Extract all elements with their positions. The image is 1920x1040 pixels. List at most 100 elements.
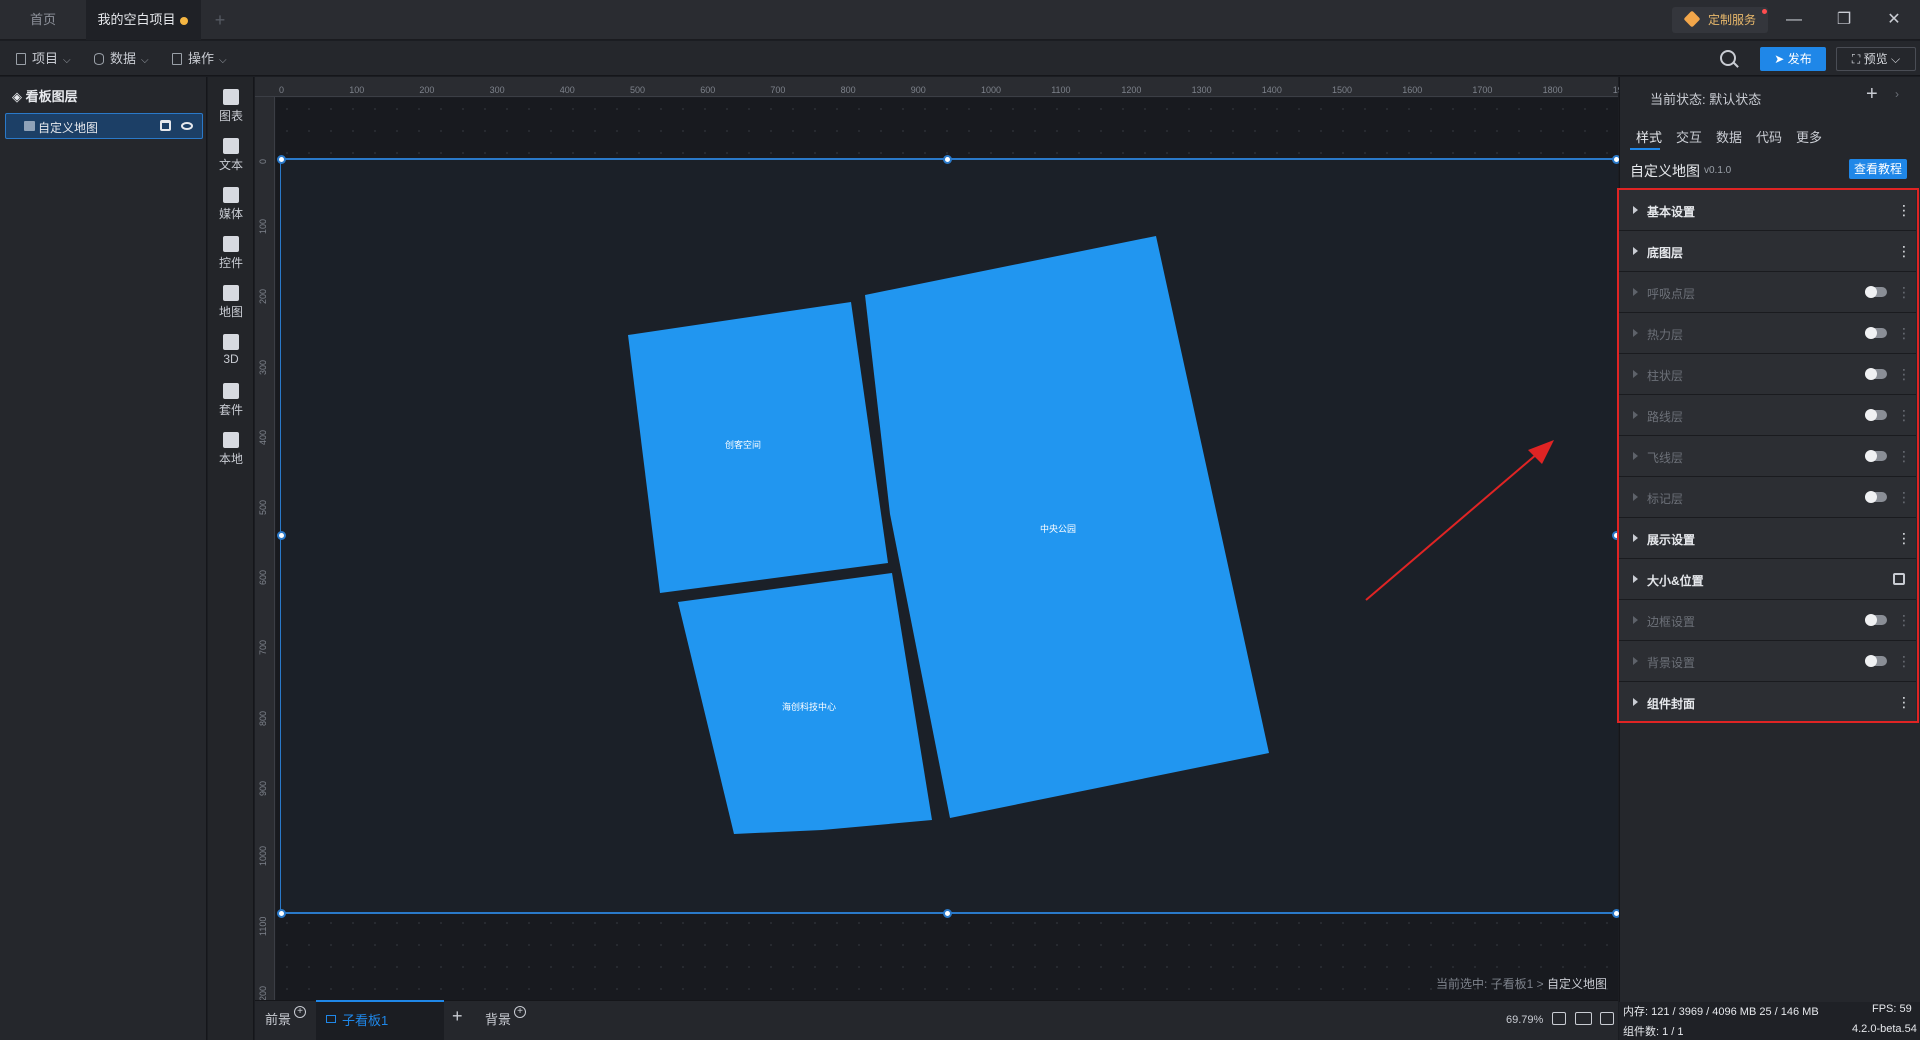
ruler-tick-label: 0 xyxy=(279,85,285,95)
rail-item-label: 控件 xyxy=(218,256,243,270)
widget-icon xyxy=(223,236,239,252)
ruler-tick-label: 400 xyxy=(258,429,268,445)
ruler-tick-label: 1500 xyxy=(1332,85,1353,95)
rail-item-text[interactable]: 文本 xyxy=(208,132,254,178)
grid-icon xyxy=(172,53,182,65)
database-icon xyxy=(94,53,104,65)
unlock-icon[interactable] xyxy=(160,120,171,131)
map-layer-icon xyxy=(24,121,35,131)
ruler-tick-label: 1600 xyxy=(1402,85,1423,95)
file-icon xyxy=(16,53,26,65)
rail-item-label: 文本 xyxy=(218,158,243,172)
operate-menu[interactable]: 操作 ⌵ xyxy=(168,41,227,76)
ruler-tick-label: 600 xyxy=(700,85,716,95)
kit-icon xyxy=(223,383,239,399)
rail-item-label: 本地 xyxy=(218,452,243,466)
ruler-tick-label: 200 xyxy=(419,85,435,95)
add-tab-icon[interactable]: + xyxy=(208,0,232,40)
ruler-tick-label: 1100 xyxy=(1051,85,1071,95)
state-label[interactable]: 当前状态: 默认状态 xyxy=(1650,89,1761,108)
ruler-tick-label: 500 xyxy=(258,499,268,515)
rail-item-puzzle[interactable]: 本地 xyxy=(208,426,254,472)
preview-button[interactable]: ⛶ 预览 ⌵ xyxy=(1836,47,1916,71)
panel-tab-4[interactable]: 更多 xyxy=(1796,127,1822,146)
notification-dot xyxy=(1762,9,1767,14)
ruler-tick-label: 0 xyxy=(258,158,268,164)
ruler-tick-label: 300 xyxy=(489,85,505,95)
ruler-tick-label: 800 xyxy=(840,85,856,95)
background-tab[interactable]: 背景 xyxy=(485,1000,511,1040)
rail-item-label: 套件 xyxy=(218,403,243,417)
close-button[interactable]: ✕ xyxy=(1870,0,1918,40)
data-menu[interactable]: 数据 ⌵ xyxy=(90,41,149,76)
add-state-icon[interactable]: + xyxy=(1866,83,1878,106)
project-menu[interactable]: 项目 ⌵ xyxy=(12,41,71,76)
add-foreground-icon[interactable]: + xyxy=(294,1006,306,1018)
rail-item-label: 3D xyxy=(223,352,239,366)
tab-underline xyxy=(1630,148,1660,150)
minimize-button[interactable]: — xyxy=(1770,0,1818,40)
layers-panel xyxy=(0,77,207,1040)
ruler-tick-label: 1200 xyxy=(1121,85,1142,95)
ruler-tick-label: 1800 xyxy=(1542,85,1563,95)
ruler-tick-label: 100 xyxy=(349,85,365,95)
rail-item-widget[interactable]: 控件 xyxy=(208,230,254,276)
ruler-tick-label: 400 xyxy=(559,85,575,95)
publish-button[interactable]: ➤ 发布 xyxy=(1760,47,1826,71)
eye-icon[interactable] xyxy=(181,122,193,130)
ruler-tick-label: 1000 xyxy=(258,845,268,866)
fullscreen-icon: ⛶ xyxy=(1851,52,1864,66)
chart-icon xyxy=(223,89,239,105)
zoom-level[interactable]: 69.79% xyxy=(1506,1014,1543,1026)
media-icon xyxy=(223,187,239,203)
ruler-tick-label: 300 xyxy=(258,359,268,375)
rail-item-map[interactable]: 地图 xyxy=(208,279,254,325)
tab-home[interactable]: 首页 xyxy=(0,0,86,40)
search-icon[interactable] xyxy=(1720,50,1736,66)
ruler-tick-label: 600 xyxy=(258,570,268,586)
ruler-tick-label: 100 xyxy=(258,219,268,235)
chevron-right-icon[interactable]: › xyxy=(1895,87,1899,101)
add-board-icon[interactable]: + xyxy=(452,1006,463,1027)
puzzle-icon xyxy=(223,432,239,448)
annotation-arrow xyxy=(1365,440,1554,601)
panel-tab-0[interactable]: 样式 xyxy=(1636,127,1662,146)
chevron-down-icon: ⌵ xyxy=(1887,52,1901,66)
terminal-icon[interactable] xyxy=(1600,1012,1614,1025)
rail-item-label: 图表 xyxy=(218,109,243,123)
unsaved-dot-icon xyxy=(180,17,188,25)
panel-tab-2[interactable]: 数据 xyxy=(1716,127,1742,146)
ruler-tick-label: 500 xyxy=(630,85,646,95)
rail-item-label: 地图 xyxy=(218,305,243,319)
highlight-box xyxy=(1617,188,1919,723)
panel-tab-3[interactable]: 代码 xyxy=(1756,127,1782,146)
add-background-icon[interactable]: + xyxy=(514,1006,526,1018)
selection-breadcrumb: 当前选中: 子看板1 > 自定义地图 xyxy=(1436,977,1608,991)
restore-button[interactable]: ❐ xyxy=(1820,0,1868,40)
memory-stat: 内存: 121 / 3969 / 4096 MB 25 / 146 MB xyxy=(1623,1006,1819,1018)
rail-item-kit[interactable]: 套件 xyxy=(208,377,254,423)
tutorial-button[interactable]: 查看教程 xyxy=(1849,159,1907,179)
foreground-tab[interactable]: 前景 xyxy=(265,1000,291,1040)
send-icon: ➤ xyxy=(1774,52,1788,66)
region-label: 中央公园 xyxy=(1040,523,1076,534)
ruler-tick-label: 900 xyxy=(910,85,926,95)
region-label: 海创科技中心 xyxy=(782,701,836,712)
app-version: 4.2.0-beta.54 xyxy=(1852,1023,1917,1035)
cube-icon xyxy=(223,334,239,350)
rail-item-media[interactable]: 媒体 xyxy=(208,181,254,227)
keyboard-icon[interactable] xyxy=(1575,1012,1592,1025)
component-count: 组件数: 1 / 1 xyxy=(1623,1026,1684,1038)
ruler-tick-label: 700 xyxy=(258,640,268,656)
chevron-down-icon: ⌵ xyxy=(141,55,149,66)
rail-item-chart[interactable]: 图表 xyxy=(208,83,254,129)
ruler-tick-label: 1000 xyxy=(981,85,1002,95)
component-version: v0.1.0 xyxy=(1704,165,1732,176)
rail-item-label: 媒体 xyxy=(218,207,243,221)
panel-tab-1[interactable]: 交互 xyxy=(1676,127,1702,146)
title-bar xyxy=(0,0,1920,40)
layers-icon: ◈ xyxy=(12,89,26,104)
component-name: 自定义地图 xyxy=(1630,163,1700,179)
fit-screen-icon[interactable] xyxy=(1552,1012,1566,1025)
rail-item-cube[interactable]: 3D xyxy=(208,328,254,374)
